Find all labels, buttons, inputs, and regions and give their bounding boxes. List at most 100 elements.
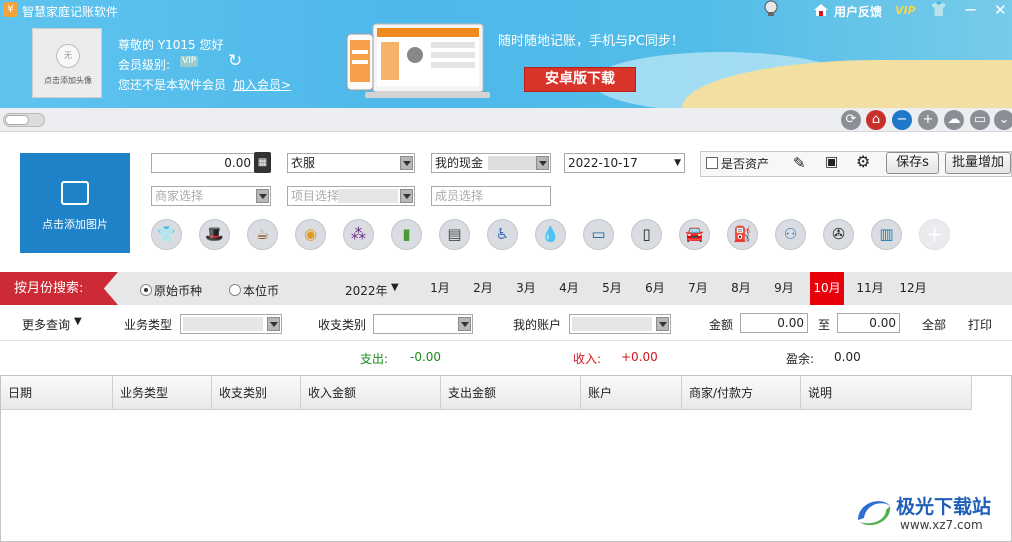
image-icon — [61, 181, 89, 205]
join-member-link[interactable]: 加入会员> — [233, 76, 291, 93]
month-8[interactable]: 8月 — [724, 272, 758, 305]
grapes-icon[interactable]: ⁂ — [343, 219, 374, 250]
watermark-url: www.xz7.com — [900, 518, 983, 532]
merchant-select[interactable]: 商家选择 — [151, 186, 271, 206]
gear-icon[interactable]: ⚙ — [856, 152, 870, 171]
film-reel-icon[interactable]: ✇ — [823, 219, 854, 250]
member-placeholder: 成员选择 — [435, 189, 484, 203]
amount-from-input[interactable]: 0.00 — [740, 313, 808, 333]
column-header-note[interactable]: 说明 — [801, 376, 972, 410]
family-icon[interactable]: ⚇ — [775, 219, 806, 250]
month-5[interactable]: 5月 — [595, 272, 629, 305]
skin-shirt-icon[interactable]: 👕 — [930, 2, 947, 18]
book-icon[interactable]: ▥ — [871, 219, 902, 250]
column-header-account[interactable]: 账户 — [581, 376, 682, 410]
more-query-chevron-icon[interactable]: ▼ — [74, 316, 82, 327]
coffee-icon[interactable]: ☕ — [247, 219, 278, 250]
more-query-button[interactable]: 更多查询 — [22, 316, 70, 333]
my-account-select[interactable] — [569, 314, 671, 334]
base-currency-radio[interactable] — [229, 284, 241, 296]
add-photo-button[interactable]: 点击添加图片 — [20, 153, 130, 253]
month-12[interactable]: 12月 — [896, 272, 930, 305]
business-type-select[interactable] — [180, 314, 282, 334]
date-picker[interactable]: 2022-10-17 ▼ — [564, 153, 685, 173]
year-select[interactable]: 2022年 — [345, 282, 388, 299]
shirt-icon[interactable]: 👕 — [151, 219, 182, 250]
column-header-merchant[interactable]: 商家/付款方 — [682, 376, 801, 410]
date-value: 2022-10-17 — [568, 156, 638, 170]
month-10[interactable]: 10月 — [810, 272, 844, 305]
minimize-button[interactable]: − — [964, 0, 977, 19]
amount-to-input[interactable]: 0.00 — [837, 313, 900, 333]
android-download-button[interactable]: 安卓版下载 — [524, 67, 636, 92]
dropdown-arrow-icon — [256, 189, 269, 203]
currency-radio-group: 原始币种 本位币 — [140, 272, 310, 305]
all-button[interactable]: 全部 — [922, 316, 946, 333]
chevron-down-icon[interactable]: ⌄ — [994, 110, 1012, 130]
batch-add-button[interactable]: 批量增加 — [945, 152, 1011, 174]
vip-icon[interactable]: VIP — [895, 4, 916, 17]
category-value: 衣服 — [291, 156, 316, 170]
column-header-income-amount[interactable]: 收入金额 — [301, 376, 441, 410]
home-icon[interactable] — [813, 3, 829, 17]
category-select[interactable]: 衣服 — [287, 153, 415, 173]
my-account-label: 我的账户 — [513, 318, 562, 332]
chevron-down-icon: ▼ — [674, 158, 681, 168]
cloud-icon[interactable]: ☁ — [944, 110, 964, 130]
month-search-label: 按月份搜索: — [0, 272, 118, 305]
column-header-income-expense-type[interactable]: 收支类别 — [212, 376, 301, 410]
project-select[interactable]: 项目选择 — [287, 186, 415, 206]
receipt-icon[interactable]: ▤ — [439, 219, 470, 250]
income-expense-type-label: 收支类别 — [318, 318, 367, 332]
print-button[interactable]: 打印 — [968, 316, 992, 333]
is-asset-checkbox[interactable] — [706, 157, 718, 169]
window-icon[interactable]: ▭ — [970, 110, 990, 130]
column-header-expense-amount[interactable]: 支出金额 — [441, 376, 581, 410]
member-select[interactable]: 成员选择 — [431, 186, 551, 206]
mode-toggle[interactable] — [3, 113, 45, 127]
income-expense-type-select[interactable] — [373, 314, 473, 334]
month-1[interactable]: 1月 — [423, 272, 457, 305]
column-header-business-type[interactable]: 业务类型 — [113, 376, 212, 410]
mobile-phone-icon[interactable]: ▯ — [631, 219, 662, 250]
month-3[interactable]: 3月 — [509, 272, 543, 305]
year-chevron-down-icon[interactable]: ▼ — [391, 282, 399, 293]
avatar[interactable]: 无 点击添加头像 — [32, 28, 102, 98]
scan-icon[interactable]: ▣ — [825, 154, 838, 170]
plus-icon[interactable]: + — [918, 110, 938, 130]
phone-card-icon[interactable]: ▭ — [583, 219, 614, 250]
amount-input[interactable]: 0.00 — [151, 153, 256, 173]
month-9[interactable]: 9月 — [767, 272, 801, 305]
home-nav-icon[interactable]: ⌂ — [866, 110, 886, 130]
fuel-nozzle-icon[interactable]: ⛽ — [727, 219, 758, 250]
edit-note-icon[interactable]: ✎ — [793, 154, 806, 172]
month-11[interactable]: 11月 — [853, 272, 887, 305]
minus-icon[interactable]: − — [892, 110, 912, 130]
account-select[interactable]: 我的现金 — [431, 153, 551, 173]
income-label: 收入: — [573, 352, 602, 366]
month-6[interactable]: 6月 — [638, 272, 672, 305]
original-currency-radio[interactable] — [140, 284, 152, 296]
refresh-icon[interactable]: ↻ — [228, 52, 246, 70]
add-category-icon[interactable]: + — [919, 219, 950, 250]
merchant-placeholder: 商家选择 — [155, 189, 204, 203]
close-button[interactable]: ✕ — [994, 1, 1007, 19]
banner-slogan: 随时随地记账，手机与PC同步！ — [498, 34, 684, 49]
skin-bulb-icon[interactable] — [763, 0, 779, 18]
pizza-icon[interactable]: ◉ — [295, 219, 326, 250]
water-drop-icon[interactable]: 💧 — [535, 219, 566, 250]
hat-icon[interactable]: 🎩 — [199, 219, 230, 250]
to-label: 至 — [818, 318, 831, 332]
month-2[interactable]: 2月 — [466, 272, 500, 305]
sync-icon[interactable]: ⟳ — [841, 110, 861, 130]
stroller-icon[interactable]: ♿ — [487, 219, 518, 250]
user-feedback-link[interactable]: 用户反馈 — [834, 3, 882, 20]
income-value: +0.00 — [621, 350, 658, 364]
save-button[interactable]: 保存s — [886, 152, 939, 174]
month-7[interactable]: 7月 — [681, 272, 715, 305]
car-icon[interactable]: 🚘 — [679, 219, 710, 250]
calculator-icon[interactable]: ▦ — [254, 152, 271, 173]
month-4[interactable]: 4月 — [552, 272, 586, 305]
drink-icon[interactable]: ▮ — [391, 219, 422, 250]
column-header-date[interactable]: 日期 — [1, 376, 113, 410]
